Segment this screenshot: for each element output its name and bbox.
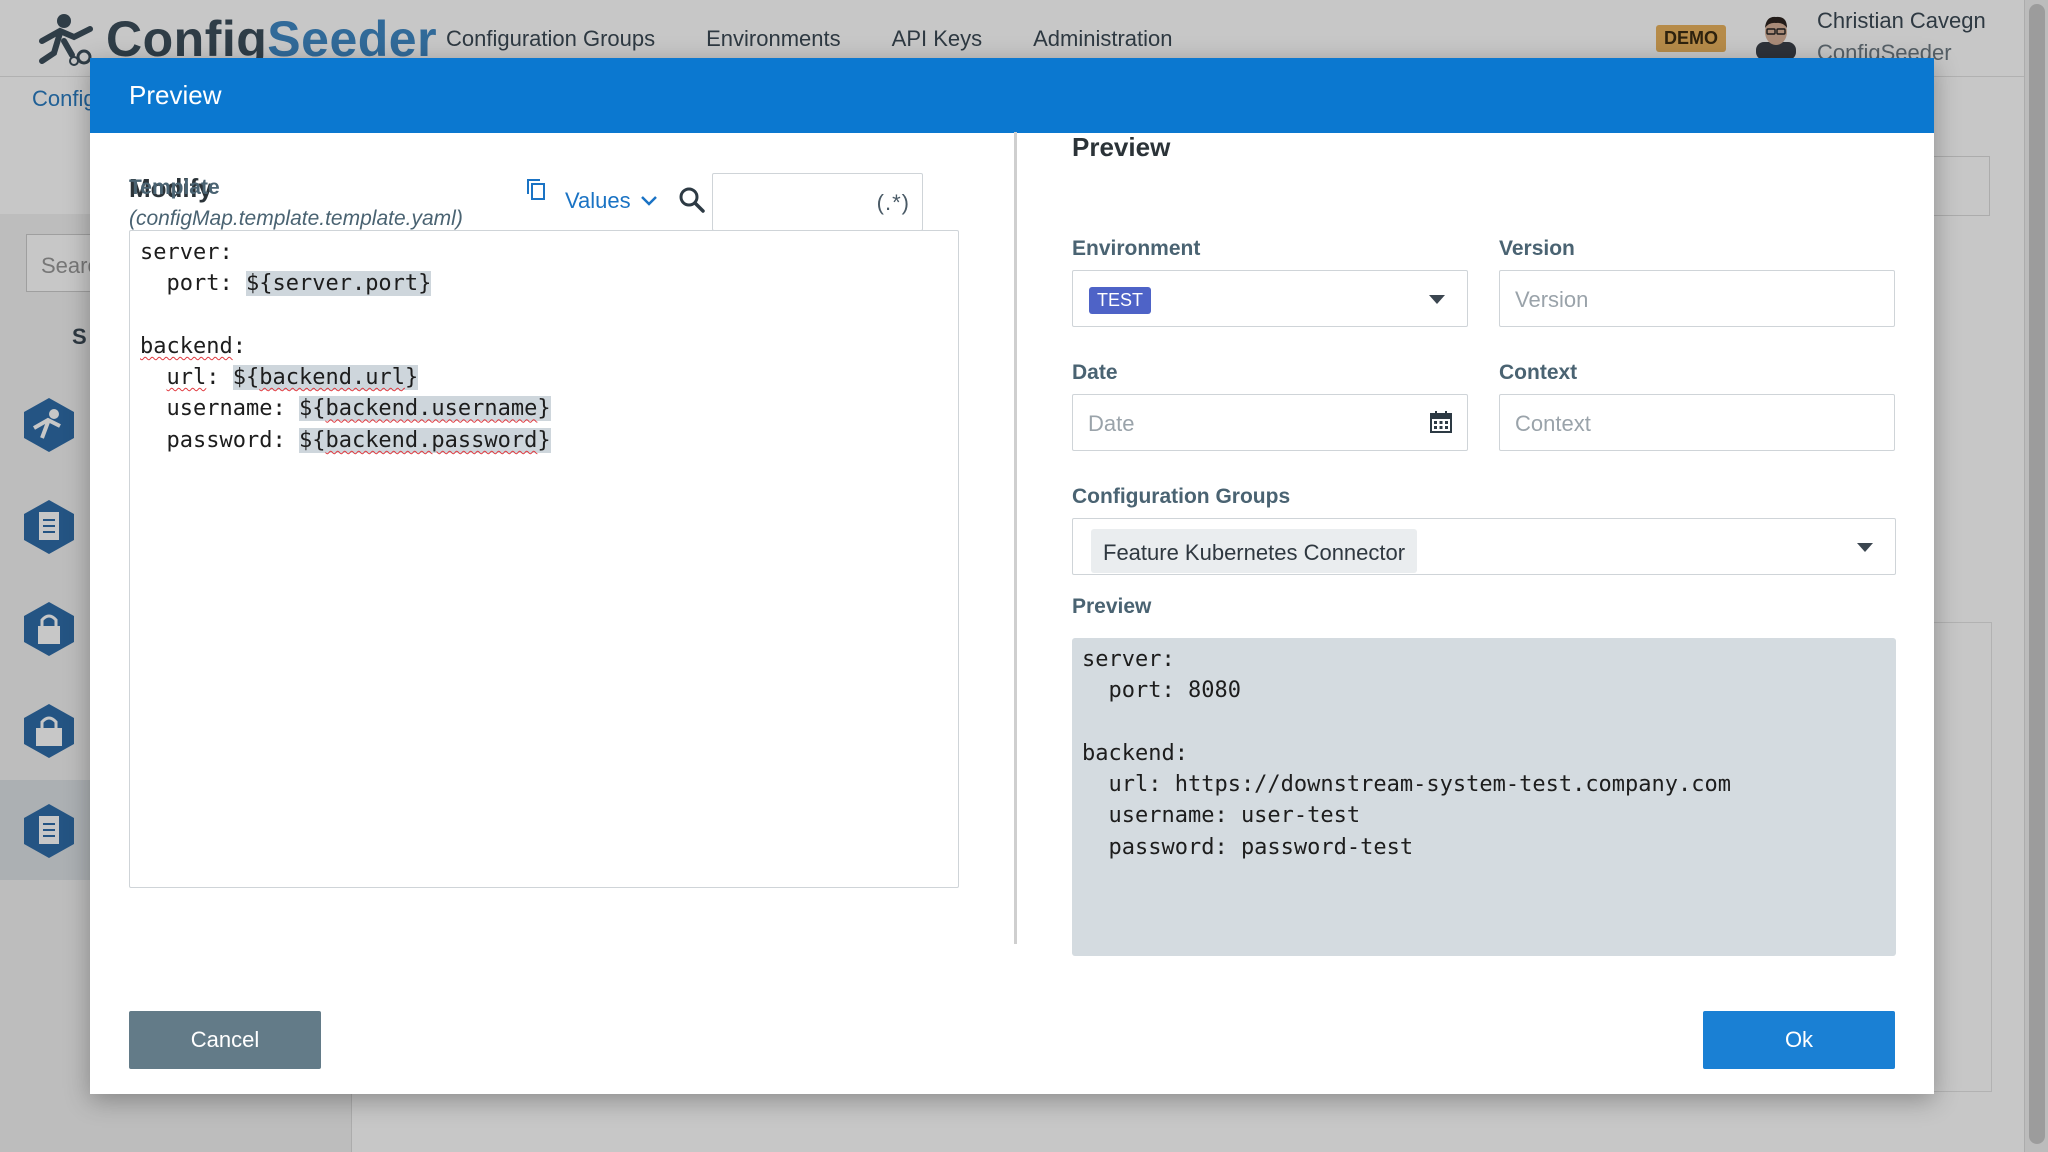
- values-label: Values: [565, 188, 631, 213]
- configuration-group-chip[interactable]: Feature Kubernetes Connector: [1091, 529, 1418, 573]
- preview-heading: Preview: [1072, 132, 1171, 162]
- values-dropdown-button[interactable]: Values: [565, 188, 659, 214]
- context-label: Context: [1499, 361, 1578, 384]
- preview-line: url: https://downstream-system-test.comp…: [1082, 772, 1732, 798]
- template-search-input[interactable]: (.*): [712, 173, 923, 231]
- template-line: url: [166, 365, 207, 391]
- chevron-down-icon: [640, 196, 657, 206]
- caret-down-icon: [1429, 295, 1445, 304]
- column-divider: [1014, 132, 1017, 944]
- date-placeholder: Date: [1088, 411, 1135, 436]
- copy-icon[interactable]: [524, 177, 548, 201]
- placeholder-highlight: ${server.port}: [245, 271, 432, 297]
- template-line: port:: [166, 271, 246, 297]
- template-label: Template: [129, 176, 220, 199]
- placeholder-highlight: ${backend.url}: [232, 365, 419, 391]
- configuration-groups-select[interactable]: Feature Kubernetes Connector: [1072, 518, 1896, 575]
- preview-line: port: 8080: [1082, 678, 1241, 704]
- date-label: Date: [1072, 361, 1118, 384]
- template-filename: (configMap.template.template.yaml): [129, 207, 463, 230]
- placeholder-highlight: ${backend.password}: [298, 427, 551, 453]
- context-input[interactable]: Context: [1499, 394, 1895, 451]
- template-line: password:: [166, 427, 299, 453]
- preview-line: backend:: [1082, 740, 1188, 766]
- dialog-header: Preview: [90, 58, 1934, 133]
- preview-line: username: user-test: [1082, 803, 1361, 829]
- dialog-title: Preview: [129, 80, 222, 110]
- version-input[interactable]: Version: [1499, 270, 1895, 327]
- environment-select[interactable]: TEST: [1072, 270, 1468, 327]
- date-input[interactable]: Date: [1072, 394, 1468, 451]
- preview-section: Preview: [1072, 132, 1896, 163]
- template-editor[interactable]: server: port: ${server.port} backend: ur…: [129, 230, 959, 888]
- environment-label: Environment: [1072, 237, 1201, 260]
- ok-button[interactable]: Ok: [1703, 1011, 1895, 1069]
- calendar-icon[interactable]: [1429, 410, 1453, 434]
- preview-line: server:: [1082, 647, 1175, 672]
- version-label: Version: [1499, 237, 1575, 260]
- regex-toggle[interactable]: (.*): [877, 190, 910, 216]
- caret-down-icon: [1857, 543, 1873, 552]
- preview-output: server: port: 8080 backend: url: https:/…: [1072, 638, 1896, 956]
- search-icon[interactable]: [678, 186, 706, 214]
- template-line: server:: [140, 240, 233, 265]
- cancel-button[interactable]: Cancel: [129, 1011, 321, 1069]
- template-line-colon: :: [232, 333, 246, 359]
- template-line: username:: [166, 396, 299, 422]
- preview-line: password: password-test: [1082, 834, 1414, 860]
- template-line: backend: [140, 333, 233, 359]
- environment-tag: TEST: [1089, 287, 1152, 314]
- preview-output-label: Preview: [1072, 595, 1152, 618]
- preview-dialog: Preview Modify Template (configMap.templ…: [90, 58, 1934, 1094]
- configuration-groups-label: Configuration Groups: [1072, 485, 1291, 508]
- placeholder-highlight: ${backend.username}: [298, 396, 551, 422]
